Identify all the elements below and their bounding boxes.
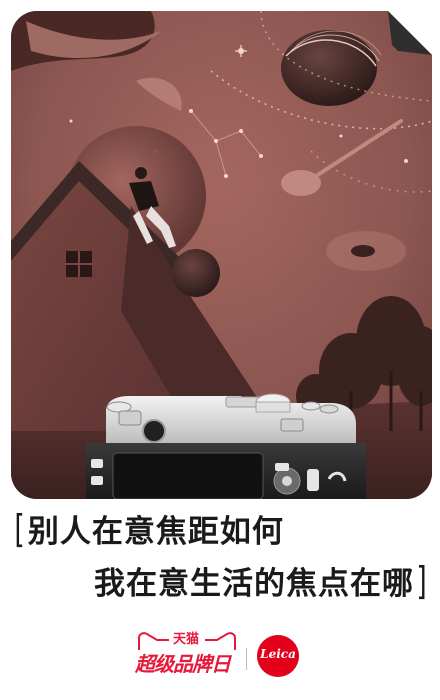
- illustration: [11, 11, 432, 499]
- camera-lcd-screen: [112, 452, 264, 499]
- spoon-comet-head: [281, 170, 321, 196]
- tmall-super-brand-day-logo: 天猫 超级品牌日: [135, 628, 237, 680]
- brand-bar: 天猫 超级品牌日 Leica: [0, 620, 440, 688]
- camera-window-right: [280, 418, 304, 432]
- headline-line-2: 我在意生活的焦点在哪]: [94, 555, 430, 610]
- camera-button-2: [91, 476, 103, 485]
- house-window: [66, 251, 92, 277]
- camera-button-1: [91, 459, 103, 468]
- brand-divider: [246, 648, 247, 670]
- open-bracket: [: [14, 507, 26, 551]
- headline-text-1: 别人在意焦距如何: [27, 514, 284, 550]
- leica-logo: Leica: [257, 635, 299, 677]
- poster: [别人在意焦距如何 我在意生活的焦点在哪] 天猫 超级品牌日 Leica: [0, 0, 440, 700]
- ringed-planet: [281, 30, 377, 106]
- folded-corner: [388, 11, 432, 55]
- tmall-label: 天猫: [173, 632, 200, 647]
- camera-shutter-button: [301, 401, 321, 411]
- headline-line-1: [别人在意焦距如何: [12, 503, 284, 558]
- super-brand-day-label: 超级品牌日: [135, 652, 231, 676]
- close-bracket: ]: [416, 559, 428, 603]
- camera: [86, 393, 366, 499]
- illustration-artwork: [11, 11, 432, 499]
- camera-thumb-rest: [307, 469, 319, 491]
- camera-window-left: [118, 410, 142, 426]
- camera-power-lever: [319, 404, 339, 414]
- dark-small-planet: [172, 249, 220, 297]
- camera-viewfinder: [142, 419, 166, 443]
- galaxy-core: [351, 245, 375, 257]
- headline-text-2: 我在意生活的焦点在哪: [94, 566, 414, 602]
- leica-wordmark: Leica: [260, 647, 296, 661]
- camera-button-top: [275, 463, 289, 471]
